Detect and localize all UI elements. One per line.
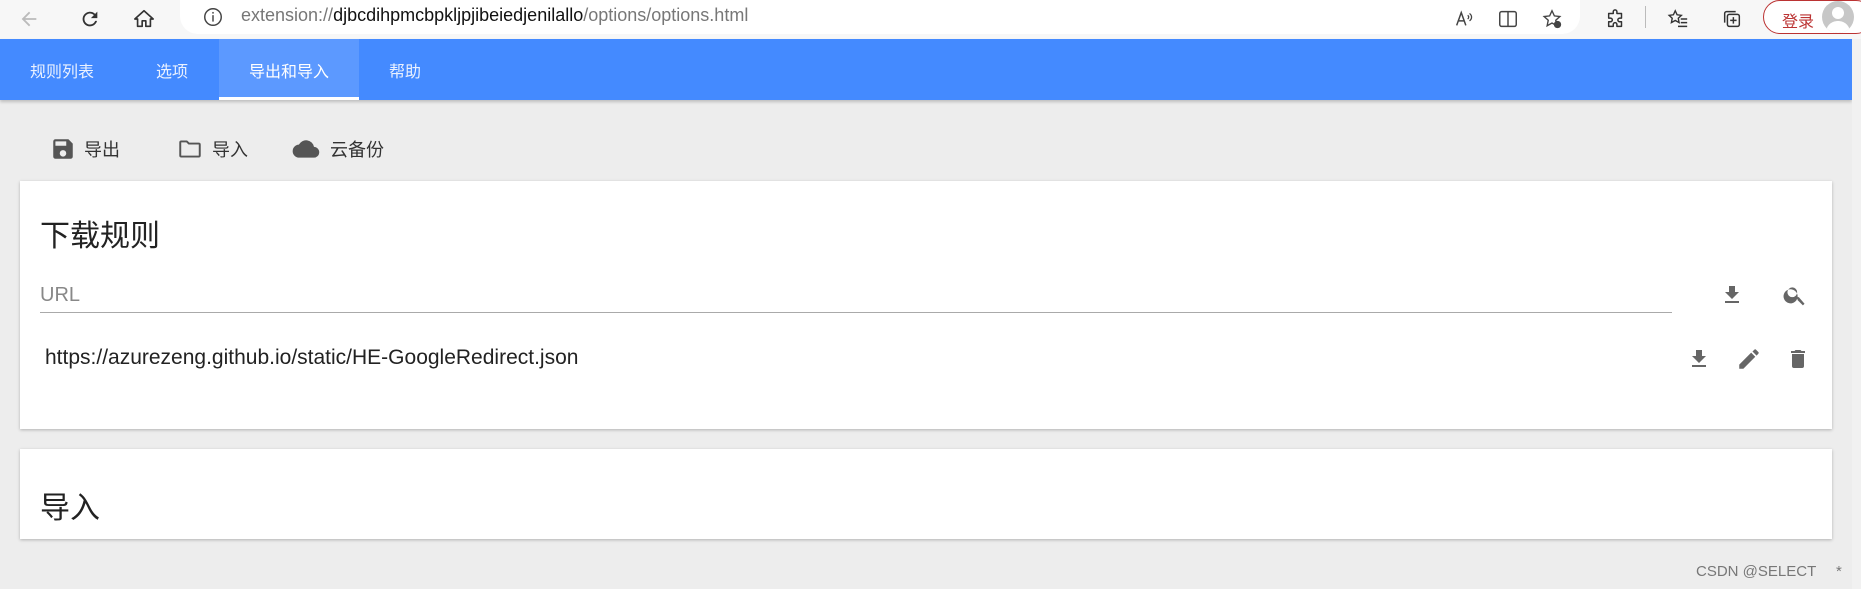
- download-icon: [1692, 350, 1706, 367]
- split-screen-icon: [1499, 10, 1517, 28]
- user-avatar-icon: [1826, 7, 1850, 33]
- folder-icon: [179, 140, 201, 158]
- url-host: djbcdihpmcbpkljpjibeiedjenilallo: [333, 5, 584, 25]
- export-label: 导出: [84, 140, 120, 160]
- browser-toolbar: extension://djbcdihpmcbpkljpjibeiedjenil…: [0, 0, 1861, 39]
- reader-view-button[interactable]: [1491, 2, 1525, 36]
- trash-icon: [1791, 350, 1805, 368]
- back-button[interactable]: [12, 2, 46, 36]
- address-bar[interactable]: extension://djbcdihpmcbpkljpjibeiedjenil…: [180, 0, 1580, 34]
- puzzle-icon: [1607, 9, 1623, 28]
- login-label: 登录: [1782, 14, 1815, 31]
- import-title: 导入: [40, 492, 100, 525]
- import-button[interactable]: 导入: [176, 132, 248, 166]
- extensions-button[interactable]: [1599, 2, 1633, 36]
- toolbar-separator: [1645, 6, 1646, 28]
- url-path: /options/options.html: [583, 5, 749, 25]
- address-url[interactable]: extension://djbcdihpmcbpkljpjibeiedjenil…: [241, 5, 748, 26]
- url-prefix: extension://: [241, 5, 334, 25]
- import-label: 导入: [212, 140, 248, 160]
- watermark: CSDN @SELECT: [1696, 563, 1817, 580]
- rule-delete-button[interactable]: [1778, 339, 1818, 379]
- rule-url-input[interactable]: [40, 279, 1672, 313]
- search-url-button[interactable]: [1775, 275, 1815, 315]
- tab-export-import[interactable]: 导出和导入: [219, 39, 359, 100]
- tab-rule-list[interactable]: 规则列表: [0, 39, 124, 100]
- read-aloud-icon: [1455, 10, 1473, 26]
- star-add-icon: [1542, 9, 1562, 29]
- reload-button[interactable]: [73, 2, 107, 36]
- corner-mark: *: [1836, 563, 1842, 580]
- rule-edit-button[interactable]: [1729, 339, 1769, 379]
- search-icon: [1783, 287, 1805, 306]
- add-favorite-button[interactable]: [1535, 2, 1569, 36]
- save-icon: [53, 139, 73, 159]
- download-rules-card: 下载规则 https://azurezeng.github.io/static/…: [20, 181, 1832, 429]
- info-icon[interactable]: [202, 6, 224, 28]
- pencil-icon: [1739, 349, 1759, 369]
- app-tab-bar: 规则列表 选项 导出和导入 帮助: [0, 39, 1852, 100]
- tab-options[interactable]: 选项: [124, 39, 220, 100]
- favorites-icon: [1667, 9, 1688, 28]
- rule-url-text: https://azurezeng.github.io/static/HE-Go…: [45, 346, 579, 369]
- collections-button[interactable]: [1715, 2, 1749, 36]
- import-card: 导入: [20, 449, 1832, 539]
- collections-icon: [1723, 10, 1741, 28]
- back-arrow-icon: [21, 11, 37, 27]
- cloud-backup-label: 云备份: [330, 140, 384, 160]
- cloud-backup-button[interactable]: 云备份: [290, 132, 384, 166]
- favorites-button[interactable]: [1661, 2, 1695, 36]
- rule-download-button[interactable]: [1679, 339, 1719, 379]
- scrollbar[interactable]: [1852, 39, 1861, 589]
- cloud-icon: [292, 140, 320, 158]
- export-button[interactable]: 导出: [50, 132, 120, 166]
- reload-icon: [82, 11, 98, 27]
- read-aloud-button[interactable]: [1447, 2, 1481, 36]
- download-rules-title: 下载规则: [40, 220, 160, 253]
- download-url-button[interactable]: [1712, 275, 1752, 315]
- avatar[interactable]: [1822, 1, 1854, 33]
- home-icon: [134, 9, 154, 28]
- download-icon: [1725, 286, 1739, 303]
- tab-help[interactable]: 帮助: [359, 39, 451, 100]
- home-button[interactable]: [127, 2, 161, 36]
